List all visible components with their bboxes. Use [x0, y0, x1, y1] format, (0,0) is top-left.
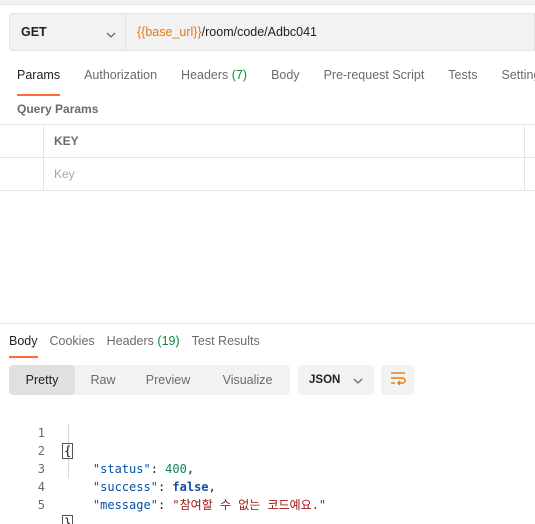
tab-settings[interactable]: Settings [501, 68, 535, 90]
column-divider[interactable] [524, 125, 525, 157]
close-brace: } [62, 515, 74, 524]
select-column [0, 125, 44, 157]
request-url-bar: GET {{base_url}}/room/code/Adbc041 [9, 13, 535, 51]
response-tabs: Body Cookies Headers (19) Test Results [9, 334, 272, 358]
tab-label: Settings [501, 68, 535, 82]
key-column-header: KEY [54, 134, 79, 148]
pane-divider[interactable] [0, 323, 535, 324]
json-key: "message" [92, 498, 158, 512]
tab-label: Params [17, 68, 61, 82]
wrap-lines-icon [390, 371, 406, 390]
code-line: 2 "status": 400, [0, 424, 535, 476]
url-variable: {{base_url}} [137, 25, 202, 39]
row-checkbox-cell[interactable] [0, 158, 44, 190]
chevron-down-icon [106, 28, 116, 42]
line-number: 5 [37, 498, 45, 512]
tab-label: Body [9, 334, 38, 348]
format-label: JSON [309, 374, 341, 386]
tab-response-body[interactable]: Body [9, 334, 38, 358]
method-label: GET [21, 25, 47, 39]
tab-authorization[interactable]: Authorization [84, 68, 157, 90]
tab-label: Headers [106, 334, 154, 348]
tab-params[interactable]: Params [17, 68, 61, 96]
tab-label: Test Results [191, 334, 260, 348]
tab-response-headers[interactable]: Headers (19) [107, 334, 180, 352]
code-line: 1 { [0, 406, 535, 459]
code-line: 3 "success": false, [0, 442, 535, 494]
tab-label: Headers [181, 68, 229, 82]
tab-label: Pre-request Script [323, 68, 425, 82]
preview-button[interactable]: Preview [131, 365, 205, 395]
query-params-table: KEY [0, 124, 535, 191]
chevron-down-icon [353, 376, 363, 388]
code-line: 4 "message": "참여할 수 없는 코드예요." [0, 460, 535, 512]
query-params-title: Query Params [17, 102, 99, 116]
tab-cookies[interactable]: Cookies [50, 334, 95, 352]
top-strip [0, 0, 535, 5]
tab-label: Authorization [84, 68, 158, 82]
json-value: "참여할 수 없는 코드예요." [172, 498, 327, 512]
key-input[interactable] [54, 167, 354, 181]
format-select[interactable]: JSON [298, 365, 374, 395]
response-body-editor[interactable]: 1 { 2 "status": 400, 3 "success": false,… [0, 406, 535, 524]
tab-tests[interactable]: Tests [448, 68, 477, 90]
tab-body[interactable]: Body [271, 68, 300, 90]
tab-label: Body [271, 68, 300, 82]
method-select[interactable]: GET [9, 13, 125, 51]
table-row [0, 158, 535, 191]
table-header-row: KEY [0, 125, 535, 158]
pretty-button[interactable]: Pretty [9, 365, 75, 395]
tab-count: (19) [157, 334, 180, 348]
tab-headers[interactable]: Headers (7) [181, 68, 247, 90]
tab-pre-request-script[interactable]: Pre-request Script [324, 68, 425, 90]
url-path: /room/code/Adbc041 [201, 25, 318, 39]
tab-label: Tests [448, 68, 478, 82]
tab-test-results[interactable]: Test Results [192, 334, 260, 352]
view-mode-group: Pretty Raw Preview Visualize [9, 365, 290, 395]
raw-button[interactable]: Raw [75, 365, 131, 395]
url-input[interactable]: {{base_url}}/room/code/Adbc041 [125, 13, 535, 51]
code-line: 5 } [0, 478, 535, 524]
wrap-lines-button[interactable] [381, 365, 414, 395]
visualize-button[interactable]: Visualize [205, 365, 290, 395]
column-divider[interactable] [524, 158, 525, 190]
request-tabs: Params Authorization Headers (7) Body Pr… [17, 68, 535, 96]
tab-count: (7) [231, 68, 248, 82]
tab-label: Cookies [49, 334, 95, 348]
